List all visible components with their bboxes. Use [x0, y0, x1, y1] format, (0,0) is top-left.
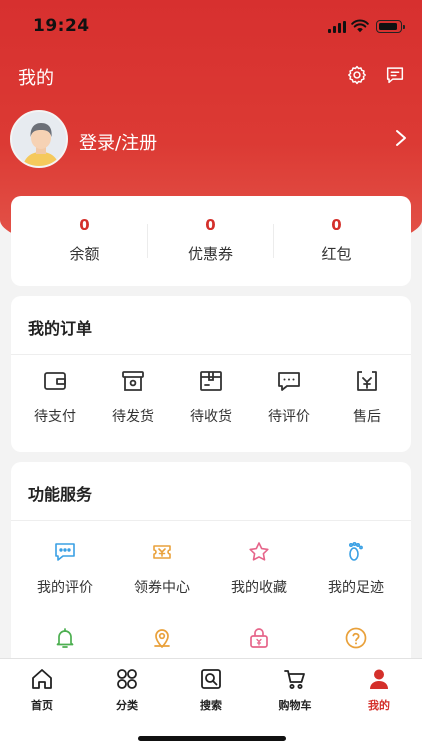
tab-search[interactable]: 搜索	[181, 667, 241, 713]
avatar	[10, 110, 68, 168]
service-label: 我的足迹	[328, 580, 384, 596]
my-orders-card: 我的订单 待支付 待发货 待收货 待评价 售后	[11, 296, 411, 452]
comment-icon	[278, 372, 300, 391]
coupons-label: 优惠券	[187, 245, 233, 263]
order-pending-shipment[interactable]: 待发货	[98, 368, 168, 432]
wifi-icon	[351, 19, 369, 33]
box-icon	[122, 371, 144, 391]
section-title-orders: 我的订单	[28, 319, 93, 338]
order-pending-payment[interactable]: 待支付	[20, 368, 90, 432]
search-icon	[201, 669, 221, 689]
tab-label: 购物车	[278, 699, 312, 712]
wallet-balance[interactable]: 0 余额	[18, 196, 151, 286]
red-packets-label: 红包	[321, 245, 352, 263]
package-icon	[200, 371, 222, 391]
section-title-services: 功能服务	[28, 485, 93, 504]
service-label: 我的评价	[37, 580, 93, 596]
order-label: 待收货	[190, 409, 232, 425]
coupons-value: 0	[205, 216, 216, 234]
tab-label: 分类	[116, 699, 138, 712]
service-my-reviews[interactable]: 我的评价	[20, 540, 110, 600]
tab-label: 我的	[368, 699, 390, 712]
order-pending-receipt[interactable]: 待收货	[176, 368, 246, 432]
user-icon	[370, 669, 388, 689]
order-label: 待发货	[112, 409, 154, 425]
wallet-card: 0 余额 0 优惠券 0 红包	[11, 196, 411, 286]
status-bar: 19:24	[0, 0, 422, 52]
divider	[11, 520, 411, 521]
tab-cart[interactable]: 购物车	[265, 667, 325, 713]
wallet-red-packets[interactable]: 0 红包	[270, 196, 403, 286]
settings-gear-icon[interactable]	[346, 64, 368, 86]
cart-icon	[284, 670, 305, 689]
star-icon	[249, 542, 269, 561]
refund-icon	[357, 371, 377, 391]
status-time: 19:24	[33, 16, 90, 36]
tab-home[interactable]: 首页	[12, 667, 72, 713]
service-label: 领券中心	[134, 580, 190, 596]
coupon-icon	[153, 545, 171, 559]
wallet-icon	[44, 372, 66, 390]
balance-label: 余额	[69, 245, 100, 263]
divider	[11, 354, 411, 355]
order-label: 售后	[353, 409, 381, 425]
battery-icon	[376, 20, 405, 33]
bell-icon	[56, 628, 74, 648]
home-indicator	[138, 736, 286, 741]
red-packets-value: 0	[331, 216, 342, 234]
tab-label: 首页	[31, 699, 53, 712]
service-my-favorites[interactable]: 我的收藏	[214, 540, 304, 600]
service-my-footprints[interactable]: 我的足迹	[311, 540, 401, 600]
tab-label: 搜索	[200, 699, 222, 712]
cellular-signal-icon	[328, 21, 347, 33]
home-icon	[32, 669, 52, 689]
category-icon	[117, 669, 137, 689]
balance-value: 0	[79, 216, 90, 234]
tab-my[interactable]: 我的	[349, 667, 409, 713]
login-register-row[interactable]: 登录/注册	[10, 110, 410, 170]
chevron-right-icon	[396, 130, 406, 146]
review-icon	[55, 543, 75, 561]
message-icon[interactable]	[384, 64, 406, 86]
service-label: 我的收藏	[231, 580, 287, 596]
order-after-sales[interactable]: 售后	[332, 368, 402, 432]
services-card: 功能服务 我的评价 领券中心 我的收藏 我的足迹	[11, 462, 411, 682]
order-label: 待评价	[268, 409, 310, 425]
page-title: 我的	[18, 68, 54, 89]
location-icon	[154, 629, 170, 648]
lock-icon	[250, 628, 268, 648]
wallet-coupons[interactable]: 0 优惠券	[144, 196, 277, 286]
tab-category[interactable]: 分类	[97, 667, 157, 713]
service-coupon-center[interactable]: 领券中心	[117, 540, 207, 600]
order-pending-review[interactable]: 待评价	[254, 368, 324, 432]
login-register-link[interactable]: 登录/注册	[79, 129, 157, 155]
order-label: 待支付	[34, 409, 76, 425]
help-icon	[345, 627, 367, 649]
footprint-icon	[349, 541, 363, 561]
